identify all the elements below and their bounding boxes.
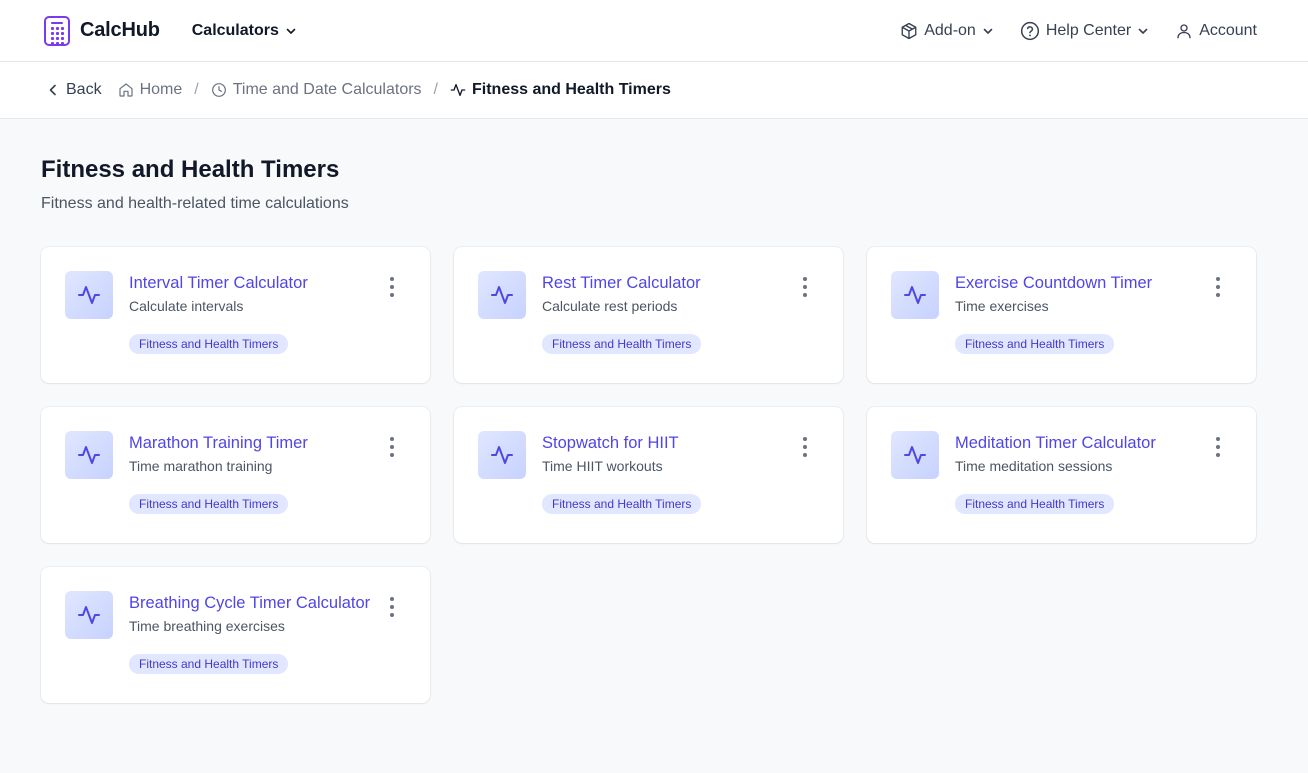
card-description: Time meditation sessions xyxy=(955,458,1113,474)
clock-icon xyxy=(211,83,226,97)
card-description: Time breathing exercises xyxy=(129,618,285,634)
card-description: Calculate intervals xyxy=(129,298,244,314)
breadcrumb-separator: / xyxy=(433,81,438,98)
category-tag: Fitness and Health Timers xyxy=(955,494,1115,514)
calculator-grid: Interval Timer Calculator Calculate inte… xyxy=(41,247,1257,703)
more-vertical-icon[interactable] xyxy=(388,277,396,297)
breadcrumb-category-link[interactable]: Time and Date Calculators xyxy=(211,81,422,99)
calculator-card[interactable]: Marathon Training Timer Time marathon tr… xyxy=(41,407,430,543)
more-vertical-icon[interactable] xyxy=(1214,277,1222,297)
calculator-card[interactable]: Exercise Countdown Timer Time exercises … xyxy=(867,247,1256,383)
more-vertical-icon[interactable] xyxy=(388,437,396,457)
activity-icon xyxy=(478,271,526,319)
calculator-icon xyxy=(44,15,70,46)
chevron-down-icon xyxy=(983,28,993,34)
card-title[interactable]: Marathon Training Timer xyxy=(129,431,372,455)
activity-icon xyxy=(450,84,466,96)
breadcrumb-home-link[interactable]: Home xyxy=(118,81,183,99)
more-vertical-icon[interactable] xyxy=(1214,437,1222,457)
breadcrumb-home-label: Home xyxy=(139,81,183,98)
card-description: Time HIIT workouts xyxy=(542,458,663,474)
calculator-card[interactable]: Rest Timer Calculator Calculate rest per… xyxy=(454,247,843,383)
category-tag: Fitness and Health Timers xyxy=(129,494,289,514)
activity-icon xyxy=(65,431,113,479)
breadcrumb-current-label: Fitness and Health Timers xyxy=(472,81,671,98)
addon-menu-button[interactable]: Add-on xyxy=(900,22,994,40)
user-icon xyxy=(1177,23,1191,38)
account-label: Account xyxy=(1199,21,1257,39)
page-title: Fitness and Health Timers xyxy=(41,156,340,183)
top-navigation-bar: CalcHub Calculators Add-on Help Center A… xyxy=(0,0,1308,62)
home-icon xyxy=(118,83,133,97)
card-title[interactable]: Meditation Timer Calculator xyxy=(955,431,1198,455)
breadcrumb-category-label: Time and Date Calculators xyxy=(232,81,422,98)
calculators-menu-label: Calculators xyxy=(191,21,279,39)
calculator-card[interactable]: Stopwatch for HIIT Time HIIT workouts Fi… xyxy=(454,407,843,543)
back-label: Back xyxy=(66,81,102,98)
category-tag: Fitness and Health Timers xyxy=(129,654,289,674)
brand-name: CalcHub xyxy=(80,19,160,41)
category-tag: Fitness and Health Timers xyxy=(542,334,702,354)
card-title[interactable]: Breathing Cycle Timer Calculator xyxy=(129,591,372,615)
chevron-down-icon xyxy=(286,28,296,34)
card-title[interactable]: Interval Timer Calculator xyxy=(129,271,372,295)
package-icon xyxy=(901,22,917,39)
account-button[interactable]: Account xyxy=(1175,22,1257,40)
help-center-menu-button[interactable]: Help Center xyxy=(1020,21,1149,41)
breadcrumb: Back Home / Time and Date Calculators / … xyxy=(0,62,1308,119)
card-title[interactable]: Stopwatch for HIIT xyxy=(542,431,785,455)
chevron-down-icon xyxy=(1138,28,1148,34)
card-title[interactable]: Rest Timer Calculator xyxy=(542,271,785,295)
breadcrumb-current: Fitness and Health Timers xyxy=(450,81,671,99)
calculator-card[interactable]: Interval Timer Calculator Calculate inte… xyxy=(41,247,430,383)
activity-icon xyxy=(65,271,113,319)
calculator-card[interactable]: Breathing Cycle Timer Calculator Time br… xyxy=(41,567,430,703)
activity-icon xyxy=(65,591,113,639)
main-content: Fitness and Health Timers Fitness and he… xyxy=(0,119,1308,703)
help-circle-icon xyxy=(1020,21,1039,40)
more-vertical-icon[interactable] xyxy=(388,597,396,617)
calculator-card[interactable]: Meditation Timer Calculator Time meditat… xyxy=(867,407,1256,543)
activity-icon xyxy=(478,431,526,479)
card-description: Time marathon training xyxy=(129,458,273,474)
category-tag: Fitness and Health Timers xyxy=(955,334,1115,354)
chevron-left-icon xyxy=(49,84,56,96)
card-description: Calculate rest periods xyxy=(542,298,678,314)
more-vertical-icon[interactable] xyxy=(801,277,809,297)
card-description: Time exercises xyxy=(955,298,1049,314)
activity-icon xyxy=(891,271,939,319)
back-button[interactable]: Back xyxy=(46,81,102,99)
calculators-menu-button[interactable]: Calculators xyxy=(192,22,297,40)
page-subtitle: Fitness and health-related time calculat… xyxy=(41,195,349,212)
more-vertical-icon[interactable] xyxy=(801,437,809,457)
activity-icon xyxy=(891,431,939,479)
addon-label: Add-on xyxy=(924,21,976,39)
help-center-label: Help Center xyxy=(1045,21,1132,39)
brand-link[interactable]: CalcHub xyxy=(44,15,160,46)
category-tag: Fitness and Health Timers xyxy=(542,494,702,514)
card-title[interactable]: Exercise Countdown Timer xyxy=(955,271,1198,295)
breadcrumb-separator: / xyxy=(194,81,199,98)
category-tag: Fitness and Health Timers xyxy=(129,334,289,354)
